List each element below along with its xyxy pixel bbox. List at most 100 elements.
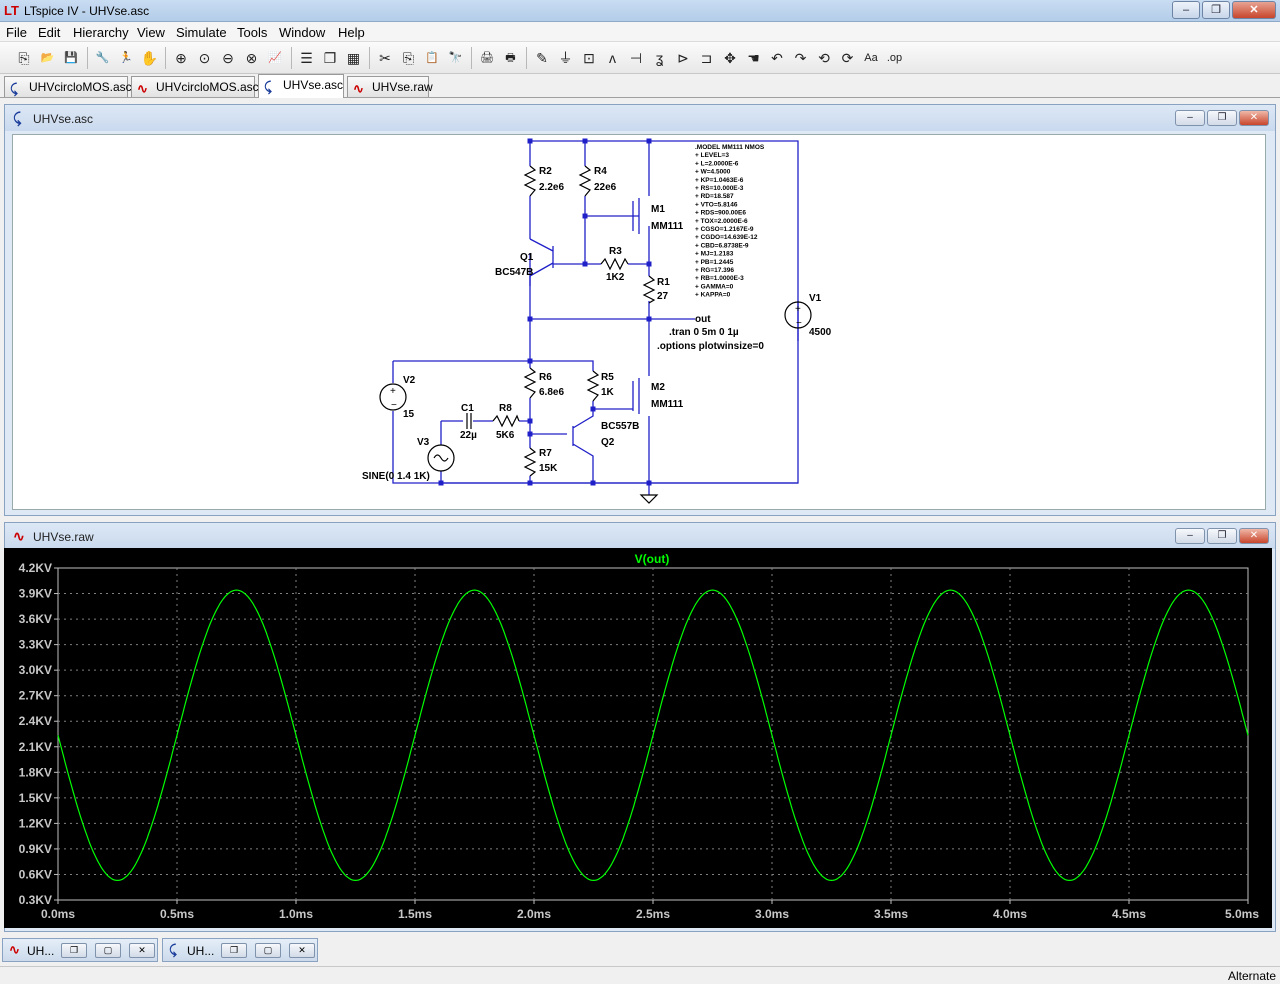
junction-dot [590,406,596,412]
menu-file[interactable]: File [6,25,27,40]
close-button[interactable]: ✕ [289,943,315,958]
pan-icon[interactable]: ⊙ [195,48,215,68]
draw-wire-icon[interactable]: ✎ [532,48,552,68]
close-button[interactable]: ✕ [1232,1,1276,19]
capacitor-icon[interactable]: ⊣ [626,48,646,68]
r3-symbol [600,257,629,271]
schematic-restore-button[interactable]: ❐ [1207,110,1237,126]
v1-value: 4500 [809,327,832,338]
close-button[interactable]: ✕ [129,943,155,958]
print-setup-icon[interactable]: 🖨 [477,48,497,68]
tab-uhvcirclomos-asc[interactable]: ⤹ UHVcircloMOS.asc [4,76,132,97]
wire-v2 [392,360,798,484]
copy-icon[interactable]: ⎘ [399,48,419,68]
waveform-minimize-button[interactable]: – [1175,528,1205,544]
y-tick-label: 2.1KV [19,740,52,754]
zoom-out-icon[interactable]: ⊖ [218,48,238,68]
y-tick-label: 3.0KV [19,663,52,677]
spice-model-line: + RG=17.396 [695,267,734,274]
junction-dot [527,480,533,486]
menu-tools[interactable]: Tools [237,25,267,40]
plot-grid [54,567,1249,904]
m1-gate [632,198,640,234]
waveform-icon: ∿ [353,81,364,96]
ground-symbol [639,494,659,504]
x-tick-label: 4.0ms [993,907,1027,921]
tile-vertical-icon[interactable]: ▦ [344,48,364,68]
restore-button[interactable]: ❐ [221,943,247,958]
undo-icon[interactable]: ↶ [767,48,787,68]
schematic-close-button[interactable]: ✕ [1239,110,1269,126]
minimized-windows-bar: ∿ UH... ❐ ▢ ✕ ⤹ UH... ❐ ▢ ✕ [0,936,1280,964]
tab-uhvcirclomos-raw[interactable]: ∿ UHVcircloMOS.asc [131,76,259,97]
y-tick-label: 2.4KV [19,714,52,728]
tab-uhvse-raw[interactable]: ∿ UHVse.raw [347,76,433,97]
tab-label: UHVse.asc [283,78,344,92]
move-icon[interactable]: ✥ [720,48,740,68]
minimize-button[interactable]: – [1172,1,1200,19]
junction-dot [527,358,533,364]
diode-icon[interactable]: ⊳ [673,48,693,68]
drag-icon[interactable]: ☚ [744,48,764,68]
x-tick-label: 3.5ms [874,907,908,921]
resistor-icon[interactable]: ᴧ [603,48,623,68]
cut-icon[interactable]: ✂ [375,48,395,68]
open-icon[interactable]: 📂 [38,48,58,68]
autorange-icon[interactable]: 📈 [265,48,285,68]
text-icon[interactable]: Aa [861,48,881,68]
waveform-close-button[interactable]: ✕ [1239,528,1269,544]
spice-model-line: + L=2.0000E-6 [695,160,739,167]
run-icon[interactable]: 🏃 [116,48,136,68]
component-icon[interactable]: ⊐ [697,48,717,68]
find-icon[interactable]: 🔭 [446,48,466,68]
save-icon[interactable]: 💾 [61,48,81,68]
zoom-fit-icon[interactable]: ⊗ [242,48,262,68]
tab-uhvse-asc[interactable]: ⤹ UHVse.asc [258,74,344,98]
minimized-window-asc[interactable]: ⤹ UH... ❐ ▢ ✕ [162,938,318,962]
toolbar-separator [526,47,527,69]
control-panel-icon[interactable]: 🔧 [93,48,113,68]
mirror-icon[interactable]: ⟳ [838,48,858,68]
schematic-minimize-button[interactable]: – [1175,110,1205,126]
menu-help[interactable]: Help [338,25,365,40]
new-schematic-icon[interactable]: ⎘ [14,48,34,68]
tile-horizontal-icon[interactable]: ☰ [297,48,317,68]
m2-value: MM111 [651,399,684,410]
menu-edit[interactable]: Edit [38,25,60,40]
rotate-icon[interactable]: ⟲ [814,48,834,68]
redo-icon[interactable]: ↷ [791,48,811,68]
zoom-in-icon[interactable]: ⊕ [171,48,191,68]
spice-model-line: + CGDO=14.639E-12 [695,234,758,241]
waveform-plot[interactable]: 0.3KV 0.6KV 0.9KV 1.2KV 1.5KV 1.8KV 2.1KV 2.4KV… [4,548,1272,928]
menu-hierarchy[interactable]: Hierarchy [73,25,129,40]
junction-dot [646,261,652,267]
trace-label-v-out[interactable]: V(out) [635,552,670,566]
schematic-canvas[interactable]: + − + − R2 2.2e6 R4 22e6 M1 MM111 Q1 BC547… [12,134,1266,510]
minimized-window-label: UH... [187,944,215,958]
print-icon[interactable]: 🖶 [501,48,521,68]
halt-icon[interactable]: ✋ [140,48,160,68]
r5-name: R5 [601,372,614,383]
waveform-window-titlebar: ∿ UHVse.raw – ❐ ✕ [5,523,1275,549]
title-bar: LT LTspice IV - UHVse.asc – ❐ ✕ [0,0,1280,22]
r6-value: 6.8e6 [539,387,564,398]
x-tick-label: 2.5ms [636,907,670,921]
menu-view[interactable]: View [137,25,165,40]
maximize-button[interactable]: ❐ [1202,1,1230,19]
paste-icon[interactable]: 📋 [422,48,442,68]
spice-directive-icon[interactable]: .op [885,48,905,68]
menu-simulate[interactable]: Simulate [176,25,227,40]
maximize-button[interactable]: ▢ [95,943,121,958]
cascade-icon[interactable]: ❐ [320,48,340,68]
r4-symbol [578,165,592,197]
label-net-icon[interactable]: ⊡ [579,48,599,68]
waveform-restore-button[interactable]: ❐ [1207,528,1237,544]
spice-model-line: + CBD=6.8738E-9 [695,242,749,249]
menu-window[interactable]: Window [279,25,325,40]
maximize-button[interactable]: ▢ [255,943,281,958]
minimized-window-raw[interactable]: ∿ UH... ❐ ▢ ✕ [2,938,158,962]
q1-value: BC547B [495,267,533,278]
restore-button[interactable]: ❐ [61,943,87,958]
inductor-icon[interactable]: ʓ [650,48,670,68]
ground-icon[interactable]: ⏚ [556,48,576,68]
